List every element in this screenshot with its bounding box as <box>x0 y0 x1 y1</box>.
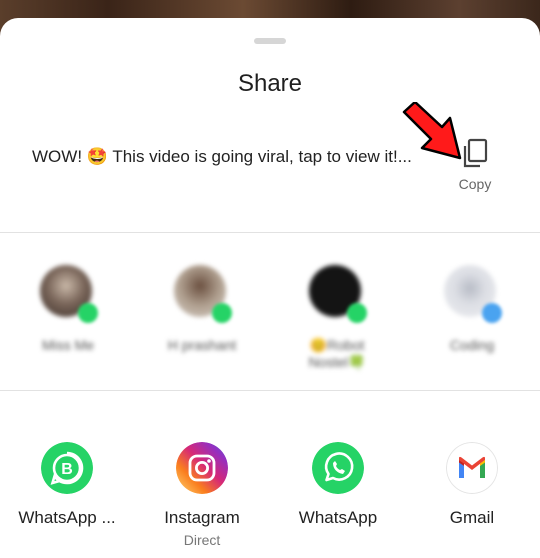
contact-name: Miss Me <box>41 337 95 353</box>
divider-top <box>0 232 540 233</box>
divider-bottom <box>0 390 540 391</box>
gmail-icon <box>446 442 498 494</box>
share-title: Share <box>237 70 303 97</box>
drag-handle[interactable] <box>254 38 286 44</box>
app-label: WhatsApp <box>298 508 378 527</box>
app-share-targets: B WhatsApp ... Instagram Direct WhatsApp… <box>0 408 540 558</box>
contact-name: Coding <box>449 337 495 353</box>
message-badge-icon <box>482 303 502 323</box>
whatsapp-badge-icon <box>212 303 232 323</box>
share-sheet: Share WOW! 🤩 This video is going viral, … <box>0 18 540 558</box>
contact-item[interactable]: 😊Robot Nostel🍀 <box>282 265 392 385</box>
copy-label: Copy <box>458 176 492 192</box>
whatsapp-badge-icon <box>347 303 367 323</box>
red-arrow-annotation <box>402 102 462 160</box>
contact-name: H prashant <box>167 337 237 353</box>
direct-share-contacts: Miss Me H prashant 😊Robot Nostel🍀 Coding <box>0 243 540 393</box>
app-label: Instagram <box>164 508 240 527</box>
contact-name: 😊Robot Nostel🍀 <box>308 337 366 370</box>
whatsapp-business-icon: B <box>41 442 93 494</box>
instagram-icon <box>176 442 228 494</box>
svg-text:B: B <box>61 461 73 478</box>
share-message-text: WOW! 🤩 This video is going viral, tap to… <box>32 147 412 166</box>
app-label: Gmail <box>449 508 495 527</box>
contact-item[interactable]: H prashant <box>147 265 257 385</box>
contact-item[interactable]: Miss Me <box>13 265 123 385</box>
contact-item[interactable]: Coding <box>417 265 527 385</box>
whatsapp-badge-icon <box>78 303 98 323</box>
app-label: WhatsApp ... <box>18 508 116 527</box>
whatsapp-icon <box>312 442 364 494</box>
app-sublabel: Direct <box>183 532 221 548</box>
